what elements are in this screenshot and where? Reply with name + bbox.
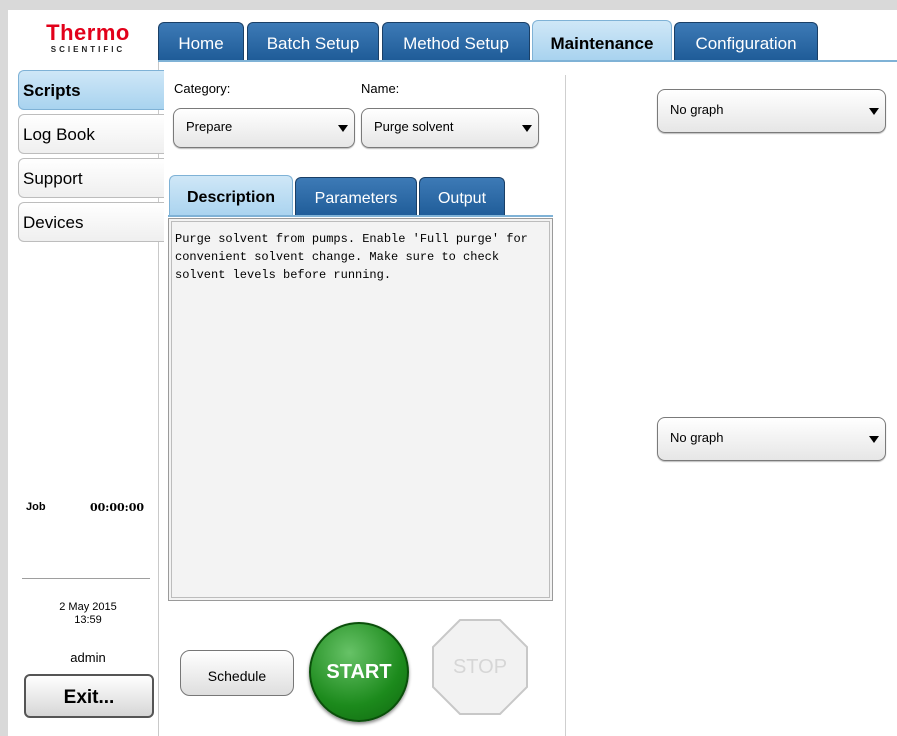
sidebar-item-support[interactable]: Support: [18, 158, 164, 198]
stop-label: STOP: [452, 656, 508, 678]
tab-method-setup[interactable]: Method Setup: [382, 22, 530, 60]
tab-home[interactable]: Home: [158, 22, 244, 60]
tab-batch-setup[interactable]: Batch Setup: [247, 22, 379, 60]
sidebar-item-log-book[interactable]: Log Book: [18, 114, 164, 154]
main-tab-bar: Home Batch Setup Method Setup Maintenanc…: [158, 20, 897, 60]
left-border: [0, 10, 8, 736]
thermo-scientific-logo: Thermo SCIENTIFIC: [28, 22, 148, 55]
job-label: Job: [26, 501, 46, 513]
name-value: Purge solvent: [374, 119, 454, 134]
logo-main-text: Thermo: [46, 20, 130, 45]
tab-underline: [158, 60, 897, 62]
current-date: 2 May 2015: [59, 601, 117, 613]
chevron-down-icon: [869, 108, 879, 115]
date-time-display: 2 May 2015 13:59: [18, 601, 158, 627]
category-dropdown[interactable]: Prepare: [173, 108, 355, 148]
chevron-down-icon: [338, 125, 348, 132]
name-dropdown[interactable]: Purge solvent: [361, 108, 539, 148]
chevron-down-icon: [869, 436, 879, 443]
description-panel: Purge solvent from pumps. Enable 'Full p…: [168, 218, 553, 601]
exit-button[interactable]: Exit...: [24, 674, 154, 718]
graph-top-dropdown[interactable]: No graph: [657, 89, 886, 133]
sidebar-item-scripts[interactable]: Scripts: [18, 70, 164, 110]
top-border: [0, 0, 897, 10]
schedule-button[interactable]: Schedule: [180, 650, 294, 696]
left-sidebar: Scripts Log Book Support Devices: [8, 62, 164, 736]
subtab-underline: [168, 215, 553, 217]
job-timer: 00:00:00: [90, 501, 145, 514]
panel-separator: [565, 75, 566, 736]
tab-configuration[interactable]: Configuration: [674, 22, 818, 60]
logo-sub-text: SCIENTIFIC: [50, 45, 126, 54]
category-label: Category:: [174, 81, 231, 96]
tab-parameters[interactable]: Parameters: [295, 177, 417, 217]
tab-description[interactable]: Description: [169, 175, 293, 217]
chevron-down-icon: [522, 125, 532, 132]
sidebar-divider: [22, 578, 150, 579]
current-time: 13:59: [74, 614, 102, 626]
current-user: admin: [70, 650, 106, 665]
description-text: Purge solvent from pumps. Enable 'Full p…: [171, 221, 550, 598]
graph-bottom-value: No graph: [670, 430, 724, 445]
graph-bottom-dropdown[interactable]: No graph: [657, 417, 886, 461]
app-window: Thermo SCIENTIFIC Home Batch Setup Metho…: [0, 0, 897, 736]
start-button[interactable]: START: [309, 622, 409, 722]
graph-top-value: No graph: [670, 102, 724, 117]
category-value: Prepare: [186, 119, 233, 134]
stop-button[interactable]: STOP: [431, 618, 529, 716]
tab-maintenance[interactable]: Maintenance: [532, 20, 672, 60]
tab-output[interactable]: Output: [419, 177, 505, 217]
sidebar-item-devices[interactable]: Devices: [18, 202, 164, 242]
name-label: Name:: [361, 81, 400, 96]
